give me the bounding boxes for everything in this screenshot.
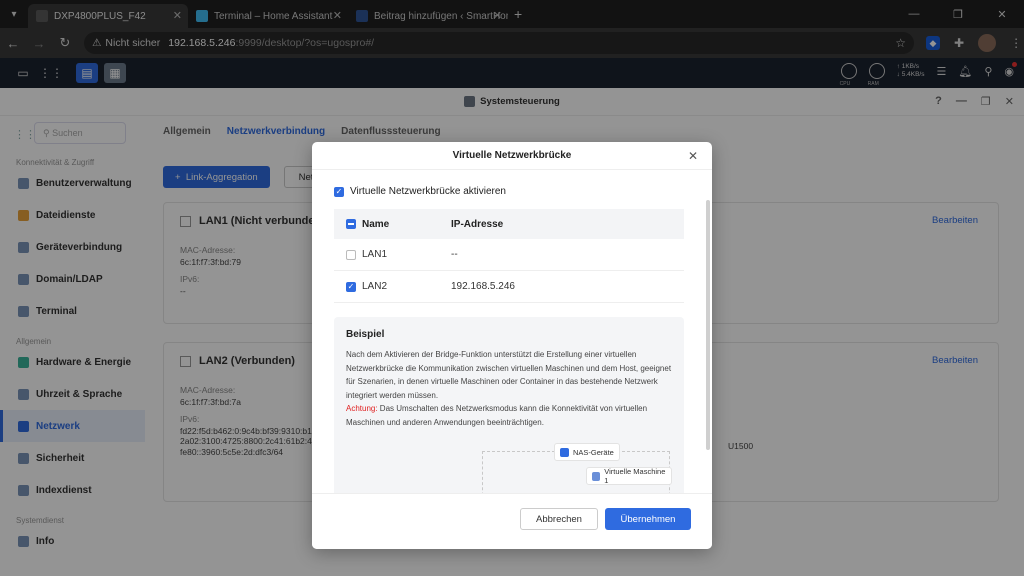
node-label: Virtuelle Maschine 1 — [604, 467, 666, 485]
close-icon[interactable]: ✕ — [688, 149, 698, 163]
dialog-title: Virtuelle Netzwerkbrücke — [452, 150, 572, 161]
virtual-bridge-dialog: Virtuelle Netzwerkbrücke ✕ ✓ Virtuelle N… — [312, 142, 712, 549]
dialog-title-bar: Virtuelle Netzwerkbrücke ✕ — [312, 142, 712, 170]
row-name: LAN2 — [362, 281, 388, 292]
example-text: Nach dem Aktivieren der Bridge-Funktion … — [346, 348, 672, 429]
dialog-scrollbar[interactable] — [706, 170, 710, 492]
scroll-thumb[interactable] — [706, 200, 710, 450]
dialog-footer: Abbrechen Übernehmen — [312, 493, 712, 549]
column-header-name: Name — [362, 218, 390, 230]
row-ip: 192.168.5.246 — [451, 281, 515, 292]
cancel-button[interactable]: Abbrechen — [520, 508, 598, 530]
interface-table: Name IP-Adresse LAN1 -- ✓ LAN2 192.168.5.… — [334, 209, 684, 303]
row-checkbox[interactable] — [346, 249, 356, 260]
row-ip: -- — [451, 249, 458, 260]
column-header-ip: IP-Adresse — [451, 218, 504, 230]
table-header: Name IP-Adresse — [334, 209, 684, 239]
example-title: Beispiel — [346, 329, 385, 340]
enable-bridge-label: Virtuelle Netzwerkbrücke aktivieren — [350, 186, 506, 197]
enable-bridge-checkbox[interactable]: ✓ — [334, 186, 344, 197]
diagram-node-vm: Virtuelle Maschine 1 — [586, 467, 672, 485]
apply-button[interactable]: Übernehmen — [605, 508, 691, 530]
dialog-body: ✓ Virtuelle Netzwerkbrücke aktivieren Na… — [334, 186, 686, 511]
row-name: LAN1 — [362, 249, 388, 260]
diagram-node-nas: NAS-Geräte — [554, 443, 620, 461]
example-box: Beispiel Nach dem Aktivieren der Bridge-… — [334, 317, 684, 511]
table-row[interactable]: LAN1 -- — [334, 239, 684, 271]
select-all-checkbox[interactable] — [346, 219, 356, 229]
warning-text: Das Umschalten des Netzwerksmodus kann d… — [346, 404, 648, 427]
vm-icon — [592, 471, 601, 481]
nas-icon — [560, 447, 569, 457]
node-label: NAS-Geräte — [573, 447, 614, 457]
enable-bridge-row[interactable]: ✓ Virtuelle Netzwerkbrücke aktivieren — [334, 186, 686, 197]
row-checkbox[interactable]: ✓ — [346, 281, 356, 292]
example-description: Nach dem Aktivieren der Bridge-Funktion … — [346, 350, 672, 400]
warning-label: Achtung: — [346, 404, 378, 413]
table-row[interactable]: ✓ LAN2 192.168.5.246 — [334, 271, 684, 303]
